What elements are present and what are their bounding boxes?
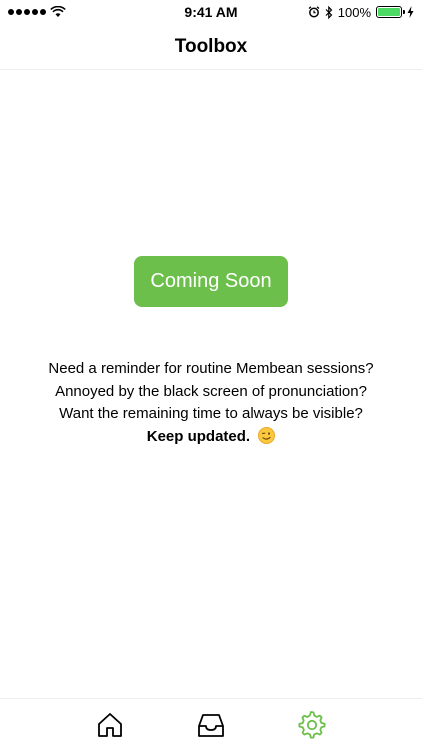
tab-inbox[interactable] [191,705,231,745]
status-left [8,6,128,18]
tab-bar [0,698,422,750]
tab-home[interactable] [90,705,130,745]
promo-message: Need a reminder for routine Membean sess… [0,358,422,448]
message-emphasis-line: Keep updated. [0,426,422,449]
message-line: Want the remaining time to always be vis… [59,405,363,422]
battery-percent: 100% [337,4,371,20]
message-line: Annoyed by the black screen of pronuncia… [55,382,367,400]
charging-icon [407,6,414,18]
nav-bar: Toolbox [0,24,422,70]
gear-icon [298,710,326,738]
wink-emoji-icon [258,426,276,444]
keep-updated-text: Keep updated. [146,427,251,445]
alarm-icon [308,6,320,18]
coming-soon-button[interactable]: Coming Soon [134,256,288,307]
status-bar: 9:41 AM 100% [0,0,422,24]
signal-strength-icon [8,9,46,15]
wifi-icon [50,6,66,17]
status-right: 100% [308,5,414,20]
bluetooth-icon [325,5,333,19]
tab-toolbox[interactable] [292,705,332,745]
message-line: Need a reminder for routine Membean sess… [48,360,374,377]
screen: 9:41 AM 100% Toolbox Coming Soon Need a … [0,0,422,750]
battery-icon [376,6,405,18]
page-title: Toolbox [174,35,248,57]
home-icon [98,712,123,737]
inbox-icon [198,713,224,737]
